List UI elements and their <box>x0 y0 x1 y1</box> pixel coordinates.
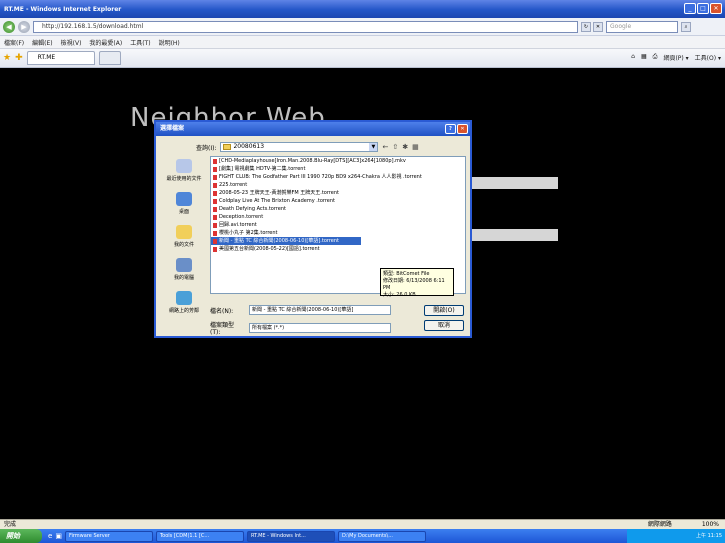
favorites-star-icon[interactable]: ★ <box>3 53 11 63</box>
add-favorite-icon[interactable]: ✚ <box>15 53 23 63</box>
print-icon[interactable]: ⎙ <box>653 53 658 62</box>
filename-input[interactable]: 新聞 - 重點 TC 綜合新聞(2008-06-10)[華語] <box>249 305 391 315</box>
menu-bar: 檔案(F) 編輯(E) 檢視(V) 我的最愛(A) 工具(T) 說明(H) <box>0 36 725 49</box>
taskbar-item[interactable]: D:\My Documents\... <box>337 530 426 542</box>
list-item[interactable]: 櫻桃小丸子 第2集.torrent <box>211 229 465 237</box>
filetype-select[interactable]: 所有檔案 (*.*) <box>249 323 391 333</box>
feeds-icon[interactable]: ▦ <box>641 53 647 62</box>
view-menu-icon[interactable]: ▦ <box>412 143 419 151</box>
my-documents-icon <box>176 225 192 239</box>
new-folder-icon[interactable]: ✱ <box>402 143 408 151</box>
list-item[interactable]: 225.torrent <box>211 181 465 189</box>
list-item[interactable]: 回歸.avi.torrent <box>211 221 465 229</box>
my-computer-icon <box>176 258 192 272</box>
dialog-title: 選擇檔案 <box>160 125 185 132</box>
back-arrow-icon[interactable]: ← <box>382 143 388 151</box>
start-button[interactable]: 開始 <box>0 529 42 543</box>
page-input-bar[interactable] <box>470 229 558 241</box>
recent-docs-icon <box>176 159 192 173</box>
place-my-computer[interactable]: 我的電腦 <box>164 258 204 290</box>
menu-favorites[interactable]: 我的最愛(A) <box>89 38 122 47</box>
search-input[interactable]: Google <box>606 20 678 33</box>
url-input[interactable]: http://192.168.1.5/download.html <box>33 20 578 33</box>
list-item[interactable]: Coldplay Live At The Brixton Academy .to… <box>211 197 465 205</box>
desktop-icon <box>176 192 192 206</box>
place-desktop[interactable]: 桌面 <box>164 192 204 224</box>
lookin-label: 查詢(I): <box>196 144 217 152</box>
tab-rtme[interactable]: RT.ME <box>26 51 95 65</box>
new-tab-button[interactable] <box>98 51 121 65</box>
zone-indicator: 網際網路 <box>647 521 672 528</box>
filename-row: 檔名(N): 新聞 - 重點 TC 綜合新聞(2008-06-10)[華語] <box>210 305 391 315</box>
filetype-row: 檔案類型(T): 所有檔案 (*.*) <box>210 320 391 336</box>
page-menu[interactable]: 網頁(P) ▾ <box>663 53 688 62</box>
home-icon[interactable]: ⌂ <box>631 53 635 62</box>
lookin-row: 查詢(I): 20080613 ▼ ← ⇧ ✱ ▦ <box>196 142 419 152</box>
minimize-button[interactable]: _ <box>684 3 696 14</box>
place-my-documents[interactable]: 我的文件 <box>164 225 204 257</box>
list-item[interactable]: [劇集] 電視劇集 HDTV-第二集.torrent <box>211 165 465 173</box>
taskbar-item[interactable]: Firmware Server <box>64 530 153 542</box>
clock[interactable]: 上午 11:15 <box>696 533 722 539</box>
place-recent[interactable]: 最近使用的文件 <box>164 159 204 191</box>
system-tray: 上午 11:15 <box>627 529 725 543</box>
list-item[interactable]: 2008-05-23 王牌天王-黃渤賀樂FM 王牌天王.torrent <box>211 189 465 197</box>
zoom-level[interactable]: 100% <box>702 520 719 529</box>
taskbar: 開始 e ▣ Firmware Server Tools [CDM(1.1 [C… <box>0 529 725 543</box>
menu-edit[interactable]: 編輯(E) <box>32 38 52 47</box>
taskbar-item[interactable]: Tools [CDM(1.1 [C... <box>155 530 244 542</box>
file-open-dialog: 選擇檔案 ? ✕ 查詢(I): 20080613 ▼ ← ⇧ ✱ ▦ 最近使用的… <box>154 120 472 338</box>
place-network[interactable]: 網路上的芳鄰 <box>164 291 204 323</box>
window-title: RT.ME - Windows Internet Explorer <box>4 5 122 13</box>
show-desktop-icon[interactable]: ▣ <box>55 532 62 540</box>
filename-label: 檔名(N): <box>210 307 234 315</box>
list-item[interactable]: Death Defying Acts.torrent <box>211 205 465 213</box>
places-bar: 最近使用的文件 桌面 我的文件 我的電腦 網路上的芳鄰 <box>164 158 204 324</box>
file-tooltip: 類型: BitComet File 修改日期: 6/13/2008 6:11 P… <box>380 268 454 298</box>
list-item[interactable]: 美國第五台新聞(2008-05-22)[國語].torrent <box>211 245 465 253</box>
command-bar: ⌂ ▦ ⎙ 網頁(P) ▾ 工具(O) ▾ <box>631 53 721 62</box>
list-item[interactable]: [CHD-Mediaplayhouse]Iron.Man.2008.Blu-Ra… <box>211 157 465 165</box>
folder-icon <box>223 144 232 150</box>
lookin-value: 20080613 <box>233 143 265 150</box>
menu-tools[interactable]: 工具(T) <box>130 38 150 47</box>
list-item[interactable]: Deception.torrent <box>211 213 465 221</box>
page-input-bar[interactable] <box>470 177 558 189</box>
ie-icon[interactable]: e <box>48 532 52 540</box>
help-button[interactable]: ? <box>445 124 456 134</box>
menu-help[interactable]: 說明(H) <box>159 38 180 47</box>
up-folder-icon[interactable]: ⇧ <box>392 143 398 151</box>
network-icon <box>176 291 192 305</box>
maximize-button[interactable]: □ <box>697 3 709 14</box>
list-item-selected[interactable]: 新聞 - 重點 TC 綜合新聞(2008-06-10)[華語].torrent <box>211 237 361 245</box>
quick-launch: e ▣ <box>48 532 62 540</box>
address-bar: ◀ ▶ http://192.168.1.5/download.html ↻ ✕… <box>0 18 725 36</box>
taskbar-item-active[interactable]: RT.ME - Windows Int... <box>246 530 335 542</box>
back-icon[interactable]: ◀ <box>3 20 15 33</box>
menu-view[interactable]: 檢視(V) <box>61 38 82 47</box>
tabs-bar: ★ ✚ RT.ME <box>0 49 725 68</box>
lookin-select[interactable]: 20080613 ▼ <box>220 142 379 152</box>
chevron-down-icon[interactable]: ▼ <box>369 143 378 151</box>
cancel-button[interactable]: 取消 <box>424 320 464 331</box>
refresh-icon[interactable]: ↻ <box>581 21 591 32</box>
open-button[interactable]: 開啟(O) <box>424 305 464 316</box>
dialog-titlebar: 選擇檔案 ? ✕ <box>156 122 470 136</box>
window-titlebar: RT.ME - Windows Internet Explorer _ □ ✕ <box>0 0 725 18</box>
forward-icon[interactable]: ▶ <box>18 20 30 33</box>
list-item[interactable]: FIGHT CLUB: The Godfather Part III 1990 … <box>211 173 465 181</box>
status-bar: 完成 網際網路 100% <box>0 519 725 529</box>
menu-file[interactable]: 檔案(F) <box>4 38 24 47</box>
tools-menu[interactable]: 工具(O) ▾ <box>695 53 721 62</box>
filetype-label: 檔案類型(T): <box>210 322 235 336</box>
status-text: 完成 <box>4 521 17 528</box>
close-button[interactable]: ✕ <box>710 3 722 14</box>
dialog-close-button[interactable]: ✕ <box>457 124 468 134</box>
stop-icon[interactable]: ✕ <box>593 21 603 32</box>
search-icon[interactable]: ⌕ <box>681 21 691 32</box>
